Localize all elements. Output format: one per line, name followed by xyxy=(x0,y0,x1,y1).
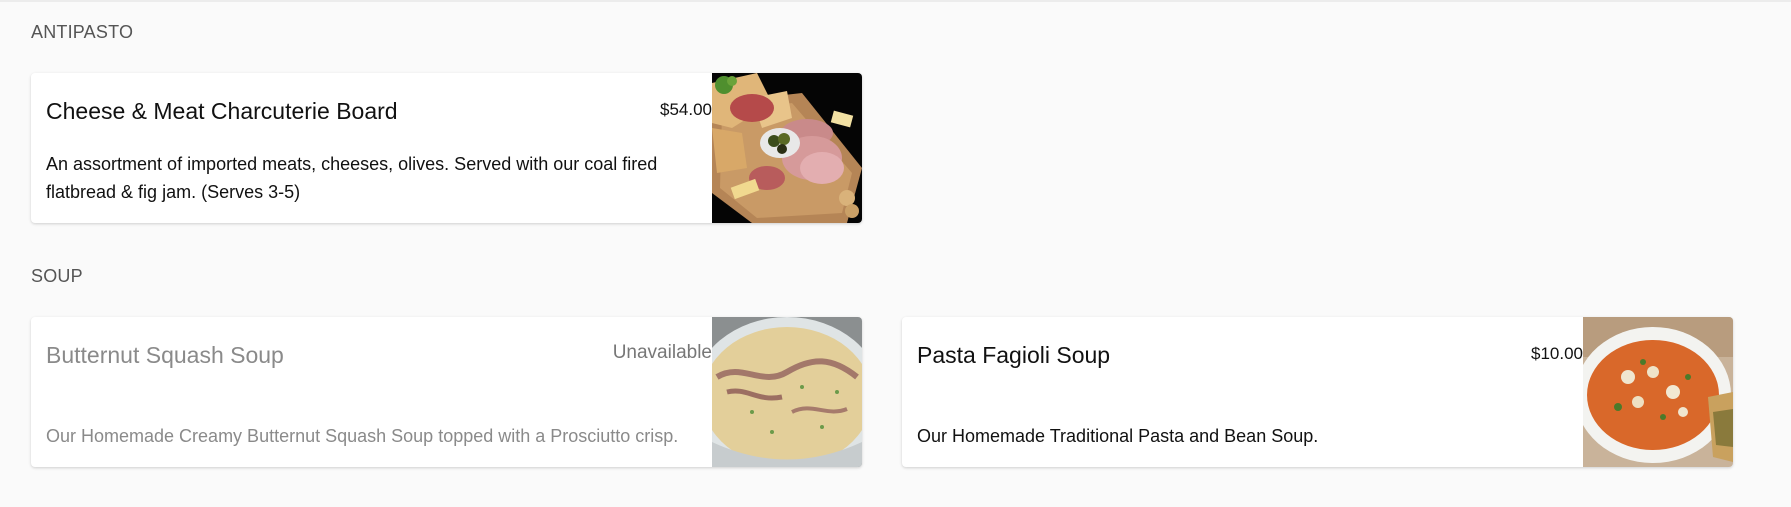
menu-item-card[interactable]: Butternut Squash Soup Unavailable Our Ho… xyxy=(31,317,862,467)
menu-item-card[interactable]: Cheese & Meat Charcuterie Board $54.00 A… xyxy=(31,73,862,223)
section-soup: SOUP Butternut Squash Soup Unavailable O… xyxy=(31,266,1771,476)
menu-item-name: Butternut Squash Soup xyxy=(46,342,284,368)
section-title: ANTIPASTO xyxy=(31,22,134,42)
menu-item-card[interactable]: Pasta Fagioli Soup $10.00 Our Homemade T… xyxy=(902,317,1733,467)
menu-item-description: Our Homemade Creamy Butternut Squash Sou… xyxy=(46,426,679,446)
section-title: SOUP xyxy=(31,266,83,286)
menu-item-body: Pasta Fagioli Soup $10.00 Our Homemade T… xyxy=(917,317,1583,467)
menu-item-body: Butternut Squash Soup Unavailable Our Ho… xyxy=(46,317,712,467)
butternut-squash-soup-photo xyxy=(712,317,862,467)
section-antipasto: ANTIPASTO Cheese & Meat Charcuterie Boar… xyxy=(31,22,1771,223)
menu-item-description: An assortment of imported meats, cheeses… xyxy=(46,154,658,202)
menu-item-name: Pasta Fagioli Soup xyxy=(917,342,1111,368)
menu-item-name: Cheese & Meat Charcuterie Board xyxy=(46,98,398,124)
menu-item-price: $10.00 xyxy=(1531,344,1583,363)
unavailable-label: Unavailable xyxy=(612,342,712,363)
menu-item-price: $54.00 xyxy=(660,100,712,119)
pasta-fagioli-soup-photo xyxy=(1583,317,1733,467)
menu-item-body: Cheese & Meat Charcuterie Board $54.00 A… xyxy=(46,73,712,223)
menu-item-description: Our Homemade Traditional Pasta and Bean … xyxy=(917,426,1319,446)
charcuterie-board-photo xyxy=(712,73,862,223)
top-divider xyxy=(0,0,1791,2)
